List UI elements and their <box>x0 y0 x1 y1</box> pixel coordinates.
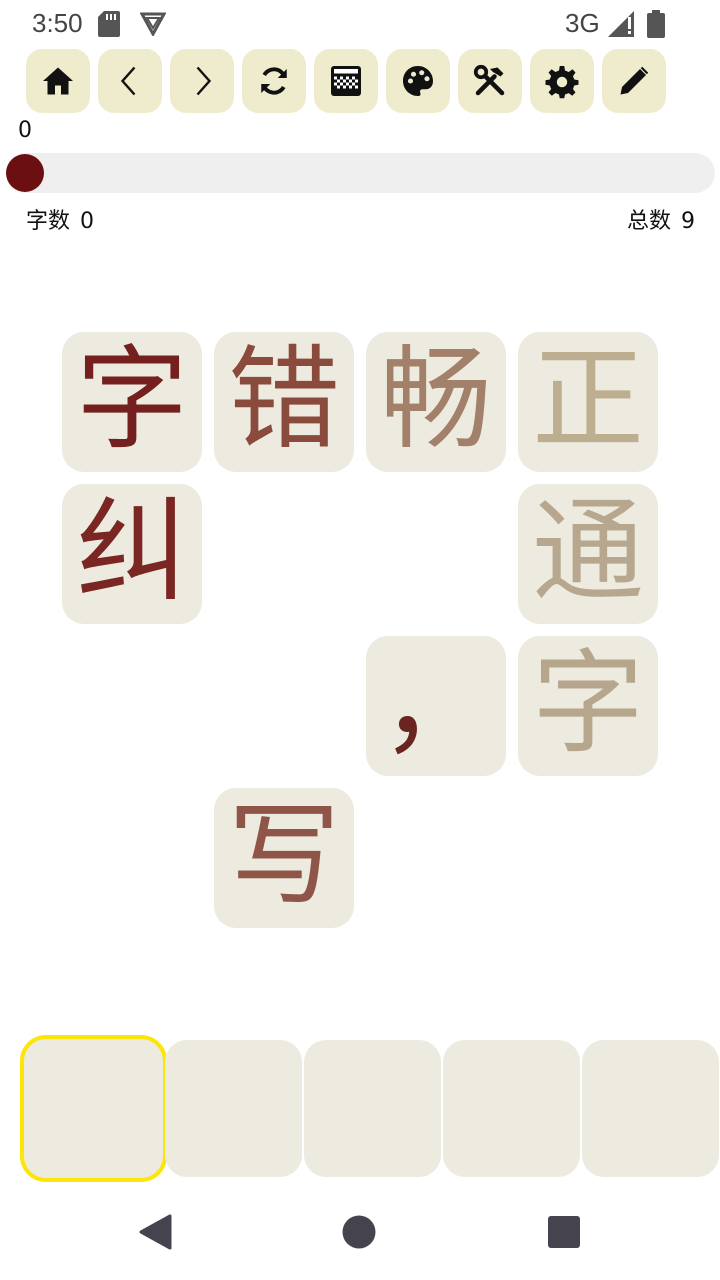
palette-icon <box>403 66 433 96</box>
next-button[interactable] <box>170 49 234 113</box>
edit-button[interactable] <box>602 49 666 113</box>
tile-char: 字 <box>532 639 644 769</box>
total-count: 总数 9 <box>627 203 695 235</box>
answer-slot-2[interactable] <box>165 1040 302 1177</box>
tile-char: 写 <box>228 791 340 921</box>
char-tile[interactable]: 纠 <box>62 484 202 624</box>
char-tile[interactable]: 字 <box>62 332 202 472</box>
tools-icon <box>473 64 505 96</box>
refresh-icon <box>261 67 287 95</box>
total-count-label: 总数 <box>626 209 671 234</box>
char-tile[interactable]: 畅 <box>366 332 506 472</box>
navigation-bar <box>0 1190 720 1280</box>
status-bar: 3:50 3G <box>0 0 720 48</box>
char-tile[interactable]: 字 <box>518 636 658 776</box>
battery-icon <box>647 10 665 38</box>
previous-button[interactable] <box>98 49 162 113</box>
network-type: 3G <box>565 8 600 38</box>
progress-value: 0 <box>18 118 32 143</box>
recents-icon[interactable] <box>548 1216 580 1248</box>
sd-card-icon <box>98 11 120 37</box>
tile-char: 纠 <box>76 487 188 617</box>
char-count-label: 字数 <box>26 209 71 234</box>
home-icon <box>43 67 73 95</box>
chevron-left-icon <box>120 66 136 96</box>
tools-button[interactable] <box>458 49 522 113</box>
pencil-icon <box>620 66 649 95</box>
char-tile[interactable]: 写 <box>214 788 354 928</box>
total-count-value: 9 <box>681 209 695 234</box>
progress-slider-thumb[interactable] <box>6 154 44 192</box>
char-count-value: 0 <box>80 209 95 234</box>
chevron-right-icon <box>196 66 212 96</box>
tile-char: 通 <box>532 487 644 617</box>
char-tile[interactable]: 正 <box>518 332 658 472</box>
tile-char: 错 <box>228 335 340 465</box>
tile-char: ， <box>380 639 492 769</box>
char-tile[interactable]: ， <box>366 636 506 776</box>
theme-button[interactable] <box>386 49 450 113</box>
signal-icon <box>608 11 634 37</box>
vpn-shield-icon <box>140 12 166 36</box>
progress-slider[interactable] <box>6 153 715 193</box>
keyboard-button[interactable] <box>314 49 378 113</box>
gear-icon <box>545 66 579 99</box>
grid-pattern-icon <box>331 66 361 96</box>
answer-slot-4[interactable] <box>443 1040 580 1177</box>
char-tile[interactable]: 错 <box>214 332 354 472</box>
home-circle-icon[interactable] <box>342 1215 376 1249</box>
char-count: 字数 0 <box>26 203 94 235</box>
refresh-button[interactable] <box>242 49 306 113</box>
tile-char: 正 <box>532 335 644 465</box>
answer-slot-1[interactable] <box>20 1035 167 1182</box>
toolbar <box>26 49 696 113</box>
back-icon[interactable] <box>138 1214 172 1250</box>
answer-slot-3[interactable] <box>304 1040 441 1177</box>
char-tile[interactable]: 通 <box>518 484 658 624</box>
answer-slot-5[interactable] <box>582 1040 719 1177</box>
status-time: 3:50 <box>32 8 83 38</box>
tile-char: 畅 <box>380 335 492 465</box>
settings-button[interactable] <box>530 49 594 113</box>
home-button[interactable] <box>26 49 90 113</box>
tile-char: 字 <box>76 335 188 465</box>
